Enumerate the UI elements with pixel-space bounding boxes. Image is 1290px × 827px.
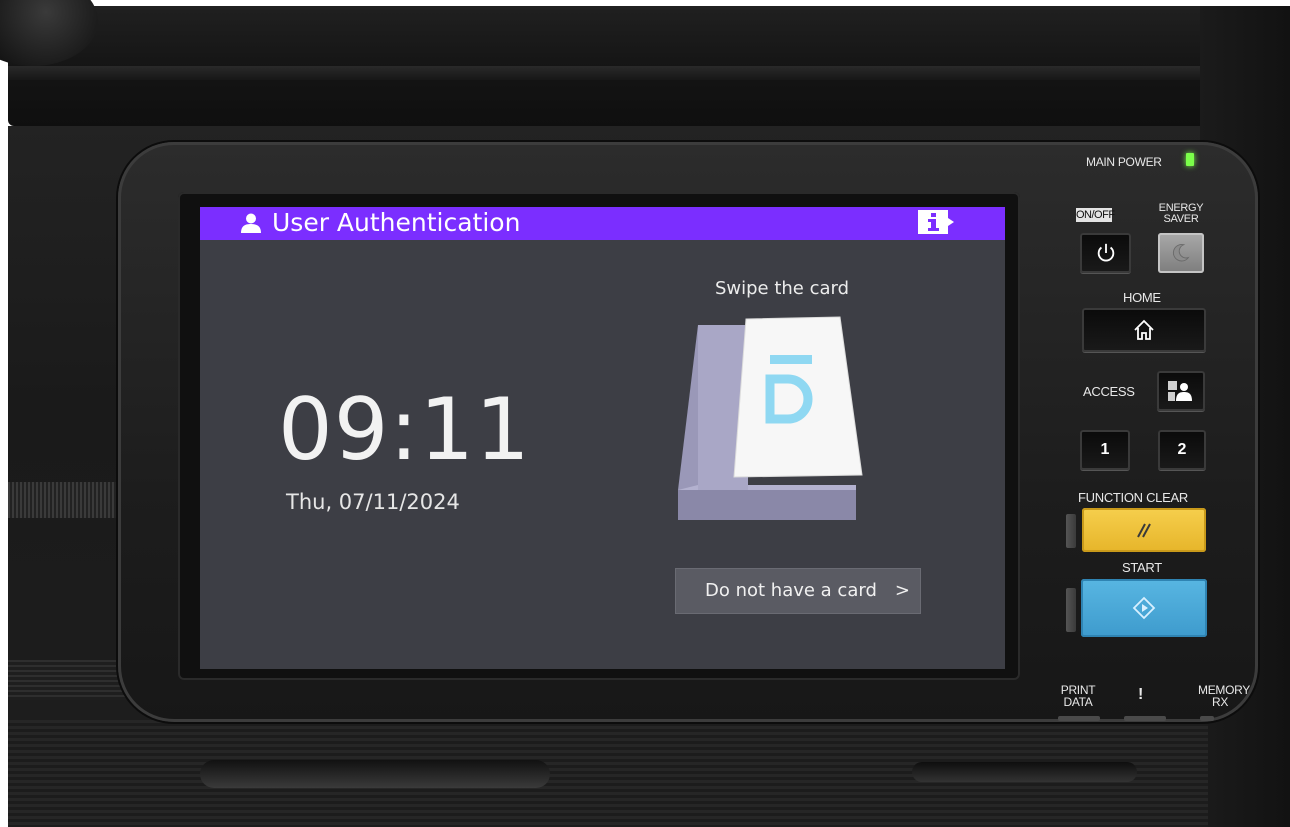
home-label: HOME bbox=[1123, 290, 1161, 305]
alert-led bbox=[1124, 716, 1166, 721]
start-label: START bbox=[1122, 560, 1162, 575]
energy-saver-button[interactable] bbox=[1158, 233, 1204, 273]
home-icon bbox=[1134, 319, 1154, 340]
device-knob bbox=[0, 0, 98, 66]
touch-screen: User Authentication 09:11 Thu, 07/11/202… bbox=[200, 207, 1005, 669]
print-data-led bbox=[1058, 716, 1100, 721]
paper-slot-left bbox=[200, 760, 550, 788]
print-data-label: PRINT DATA bbox=[1060, 683, 1096, 709]
access-icon bbox=[1168, 381, 1192, 401]
main-power-label: MAIN POWER bbox=[1086, 155, 1162, 169]
alert-label: ! bbox=[1138, 686, 1144, 703]
on-off-label: ON/OFF bbox=[1076, 208, 1115, 222]
energy-saver-label: ENERGY SAVER bbox=[1158, 202, 1204, 225]
power-icon bbox=[1097, 243, 1115, 262]
no-card-button-label: Do not have a card bbox=[705, 580, 877, 601]
title-bar: User Authentication bbox=[200, 207, 1005, 240]
card-reader-illustration bbox=[678, 316, 863, 520]
clock: 09:11 bbox=[278, 380, 531, 480]
info-icon[interactable] bbox=[918, 209, 956, 235]
function-clear-button[interactable] bbox=[1082, 508, 1206, 552]
start-icon bbox=[1132, 596, 1156, 620]
paper-slot-right bbox=[912, 762, 1137, 782]
button-1-label: 1 bbox=[1100, 441, 1110, 458]
function-clear-label: FUNCTION CLEAR bbox=[1078, 490, 1188, 505]
memory-button-2[interactable]: 2 bbox=[1158, 430, 1206, 470]
id-card-icon bbox=[733, 316, 863, 478]
power-button[interactable] bbox=[1080, 233, 1131, 273]
button-2-label: 2 bbox=[1177, 441, 1187, 458]
main-power-led bbox=[1186, 153, 1194, 166]
chevron-right-icon: > bbox=[894, 580, 910, 601]
home-button[interactable] bbox=[1082, 308, 1206, 352]
clear-icon bbox=[1137, 523, 1151, 538]
date: Thu, 07/11/2024 bbox=[286, 490, 460, 514]
no-card-button[interactable]: Do not have a card > bbox=[675, 568, 921, 614]
access-label: ACCESS bbox=[1083, 384, 1135, 399]
page-title: User Authentication bbox=[272, 208, 521, 237]
start-button[interactable] bbox=[1081, 579, 1207, 637]
start-indicator bbox=[1066, 588, 1076, 632]
memory-rx-label: MEMORY RX bbox=[1198, 683, 1250, 709]
swipe-prompt: Swipe the card bbox=[714, 278, 850, 299]
moon-icon bbox=[1172, 244, 1190, 262]
device-top-edge bbox=[8, 66, 1278, 80]
function-clear-indicator bbox=[1066, 514, 1076, 548]
memory-rx-led bbox=[1200, 716, 1214, 721]
user-icon bbox=[241, 213, 261, 233]
memory-button-1[interactable]: 1 bbox=[1080, 430, 1130, 470]
access-button[interactable] bbox=[1157, 371, 1205, 411]
